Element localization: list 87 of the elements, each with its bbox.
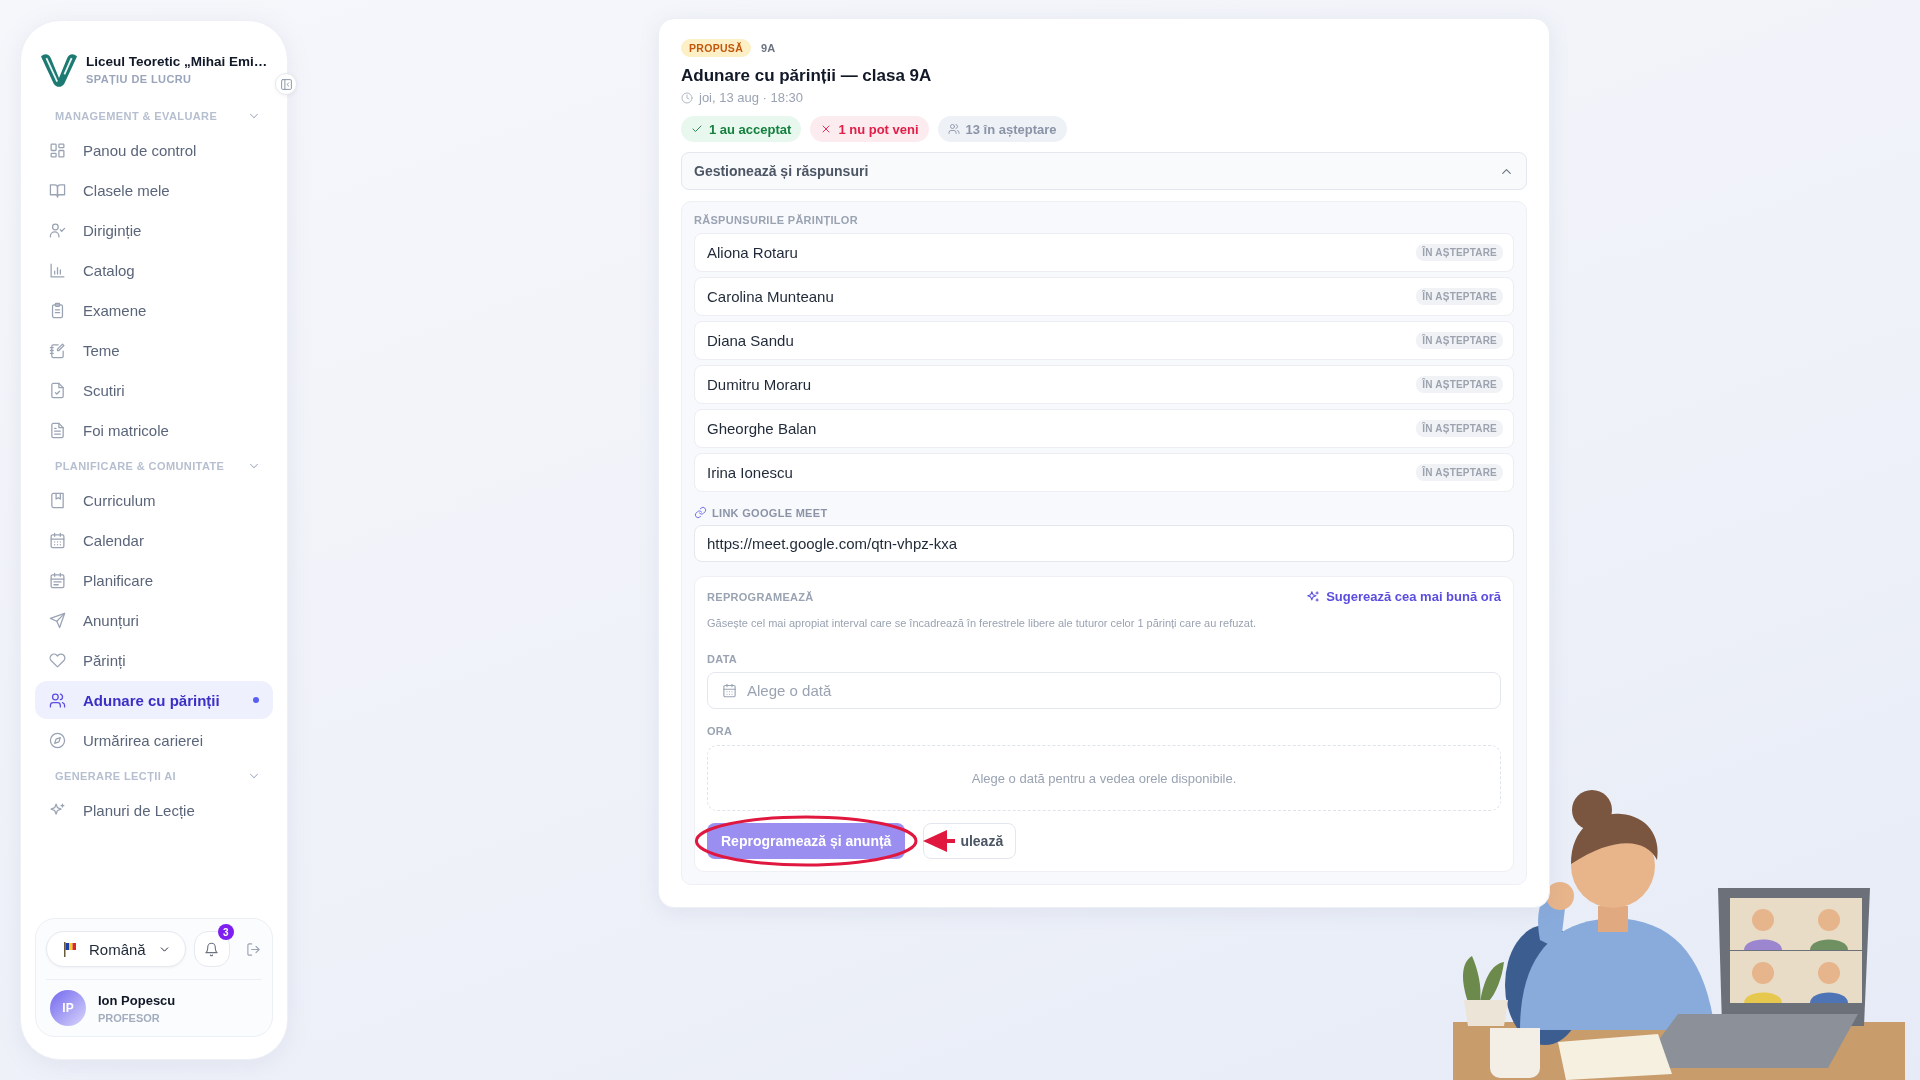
manage-responses-toggle[interactable]: Gestionează și răspunsuri [681, 152, 1527, 190]
section-title: MANAGEMENT & EVALUARE [55, 110, 218, 122]
section-label: REPROGRAMEAZĂ [707, 590, 814, 603]
nav-item[interactable]: Examene [35, 291, 273, 329]
link-icon [694, 506, 707, 519]
time-slots-empty: Alege o dată pentru a vedea orele disponibile. [707, 745, 1501, 811]
calendar-list-icon [49, 571, 66, 589]
clipboard-icon [49, 301, 66, 319]
nav-item[interactable]: Anunțuri [35, 601, 273, 639]
calendar-icon [49, 531, 66, 549]
response-status: ÎN AȘTEPTARE [1416, 376, 1503, 393]
bell-icon [204, 941, 220, 957]
nav-item[interactable]: Curriculum [35, 481, 273, 519]
user-avatar: IP [50, 990, 86, 1026]
suggest-time-link[interactable]: Sugerează cea mai bună oră [1306, 589, 1501, 604]
class-label: 9A [761, 42, 776, 54]
response-summary-pill: 1 nu pot veni [810, 116, 929, 142]
cancel-button[interactable]: ulează [923, 823, 1017, 859]
logout-icon [245, 941, 261, 957]
send-icon [49, 611, 66, 629]
nav-item[interactable]: Catalog [35, 251, 273, 289]
field-label: ORA [707, 725, 734, 737]
school-name: Liceul Teoretic „Mihai Emi… [86, 53, 268, 70]
field-label: DATA [707, 653, 739, 665]
meeting-title: Adunare cu părinții — clasa 9A [681, 66, 933, 86]
response-status: ÎN AȘTEPTARE [1416, 420, 1503, 437]
nav-item[interactable]: Planificare [35, 561, 273, 599]
response-status: ÎN AȘTEPTARE [1416, 464, 1503, 481]
parent-name: Irina Ionescu [707, 464, 793, 481]
check-icon [691, 123, 703, 135]
parent-name: Gheorghe Balan [707, 420, 817, 437]
workspace-label: SPAȚIU DE LUCRU [86, 73, 193, 85]
language-selector[interactable]: Română [46, 931, 186, 967]
heart-icon [49, 651, 66, 669]
section-label: RĂSPUNSURILE PĂRINȚILOR [694, 214, 859, 226]
status-badge: PROPUSĂ [681, 39, 752, 57]
nav-item[interactable]: Adunare cu părinții [35, 681, 273, 719]
nav-item[interactable]: Clasele mele [35, 171, 273, 209]
logo-icon [39, 51, 79, 87]
parent-name: Carolina Munteanu [707, 288, 834, 305]
book-icon [49, 181, 66, 199]
date-placeholder: Alege o dată [747, 682, 832, 699]
nav-item[interactable]: Scutiri [35, 371, 273, 409]
bar-chart-icon [49, 261, 66, 279]
response-summary-pill: 1 au acceptat [681, 116, 802, 142]
response-status: ÎN AȘTEPTARE [1416, 244, 1503, 261]
compass-icon [49, 731, 66, 749]
section-label: LINK GOOGLE MEET [712, 506, 828, 519]
collapse-sidebar-button[interactable] [275, 73, 297, 95]
logout-button[interactable] [245, 941, 261, 957]
clock-icon [681, 91, 693, 104]
sidebar-collapse-icon [279, 77, 293, 91]
notebook-pen-icon [49, 341, 66, 359]
reschedule-hint: Găsește cel mai apropiat interval care se încadrează în ferestrele libere ale tuturor celor 1 părinți care au refuzat. [707, 617, 1258, 629]
nav-item[interactable]: Calendar [35, 521, 273, 559]
meet-link-field[interactable]: https://meet.google.com/qtn-vhpz-kxa [694, 525, 1514, 562]
user-role: PROFESOR [98, 1011, 161, 1024]
nav-item[interactable]: Foi matricole [35, 411, 273, 449]
bookmark-book-icon [49, 491, 66, 509]
nav-item[interactable]: Diriginție [35, 211, 273, 249]
file-text-icon [49, 421, 66, 439]
calendar-icon [722, 683, 737, 698]
nav-item[interactable]: Teme [35, 331, 273, 369]
parent-name: Dumitru Moraru [707, 376, 812, 393]
nav-item[interactable]: Planuri de Lecție [35, 791, 273, 829]
user-check-icon [49, 221, 66, 239]
users-icon [947, 123, 960, 135]
annotation-arrow [923, 830, 956, 852]
grid-icon [49, 141, 66, 159]
file-check-icon [49, 381, 66, 399]
notification-count: 3 [217, 924, 234, 940]
response-status: ÎN AȘTEPTARE [1416, 288, 1503, 305]
nav-item[interactable]: Urmărirea carierei [35, 721, 273, 759]
nav-item[interactable]: Părinți [35, 641, 273, 679]
section-title: GENERARE LECȚII AI [55, 770, 177, 782]
section-title: PLANIFICARE & COMUNITATE [55, 460, 225, 472]
nav-item[interactable]: Panou de control [35, 131, 273, 169]
meeting-datetime: joi, 13 aug · 18:30 [699, 90, 804, 105]
users-icon [49, 691, 66, 709]
response-summary-pill: 13 în așteptare [937, 116, 1067, 142]
flag-icon [63, 941, 77, 957]
response-status: ÎN AȘTEPTARE [1416, 332, 1503, 349]
active-dot [253, 697, 259, 703]
parent-name: Aliona Rotaru [707, 244, 798, 261]
user-name: Ion Popescu [98, 992, 176, 1008]
parent-name: Diana Sandu [707, 332, 794, 349]
sparkles-icon [1306, 589, 1321, 604]
